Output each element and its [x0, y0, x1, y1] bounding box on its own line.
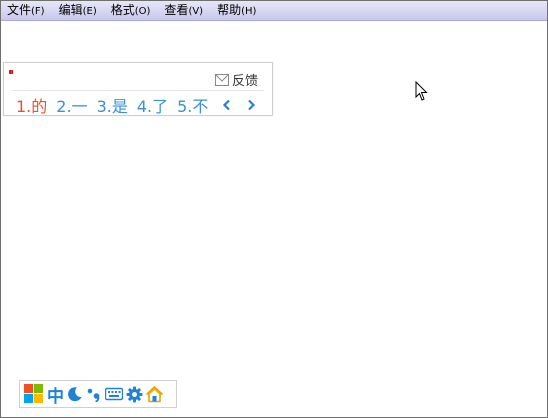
menu-file[interactable]: 文件(F) [1, 1, 53, 21]
candidate-5[interactable]: 5.不 [177, 93, 208, 117]
menu-format[interactable]: 格式(O) [105, 1, 159, 21]
gear-icon [126, 386, 143, 402]
composition-cursor [9, 70, 13, 74]
menu-view[interactable]: 查看(V) [158, 1, 211, 21]
candidate-list: 1.的 2.一 3.是 4.了 5.不 [16, 93, 259, 117]
feedback-label: 反馈 [231, 74, 258, 89]
ime-candidate-window: 反馈 1.的 2.一 3.是 4.了 5.不 [3, 62, 273, 116]
home-button[interactable] [146, 384, 163, 404]
keyboard-icon [105, 387, 123, 401]
soft-keyboard-button[interactable] [105, 384, 123, 404]
punctuation-icon [87, 388, 100, 402]
settings-button[interactable] [126, 384, 143, 404]
candidate-4[interactable]: 4.了 [137, 93, 168, 117]
candidate-1[interactable]: 1.的 [16, 93, 47, 117]
sogou-logo-icon [24, 384, 43, 403]
divider [12, 90, 264, 91]
sogou-logo-button[interactable] [24, 384, 44, 404]
chevron-right-icon [248, 99, 256, 111]
notepad-window: 文件(F) 编辑(E) 格式(O) 查看(V) 帮助(H) 反馈 1.的 2.一… [0, 0, 548, 418]
chevron-left-icon [223, 99, 231, 111]
moon-icon [68, 387, 82, 402]
chinese-mode-button[interactable]: 中 [47, 384, 64, 407]
envelope-icon [214, 73, 229, 86]
menu-bar: 文件(F) 编辑(E) 格式(O) 查看(V) 帮助(H) [1, 1, 547, 21]
feedback-button[interactable]: 反馈 [214, 70, 258, 89]
next-page-button[interactable] [243, 96, 259, 114]
mouse-pointer-icon [415, 81, 428, 101]
menu-help[interactable]: 帮助(H) [211, 1, 264, 21]
candidate-2[interactable]: 2.一 [56, 93, 87, 117]
home-icon [146, 385, 163, 402]
prev-page-button[interactable] [219, 96, 235, 114]
punctuation-toggle[interactable] [86, 384, 102, 404]
menu-edit[interactable]: 编辑(E) [53, 1, 105, 21]
candidate-3[interactable]: 3.是 [97, 93, 128, 117]
ime-status-bar: 中 [19, 380, 177, 408]
fullwidth-toggle[interactable] [67, 384, 83, 404]
